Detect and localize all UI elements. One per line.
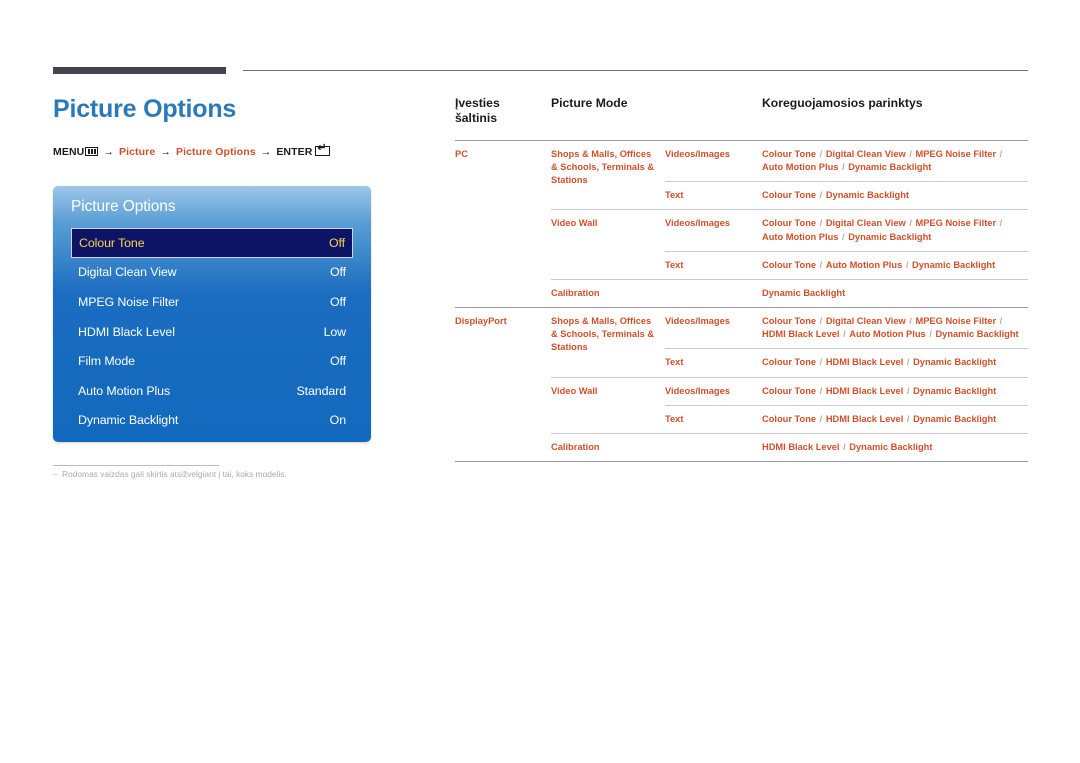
header-rule-dark bbox=[53, 67, 226, 74]
footnote-text: Rodomas vaizdas gali skirtis atsižvelgia… bbox=[62, 469, 287, 479]
cell-content-type: Text bbox=[665, 348, 762, 378]
breadcrumb: MENU → Picture → Picture Options → ENTER bbox=[53, 143, 393, 158]
col-header-adjustable-options: Koreguojamosios parinktys bbox=[762, 96, 923, 110]
cell-options: Colour Tone / Dynamic Backlight bbox=[762, 181, 1028, 210]
breadcrumb-item-picture[interactable]: Picture bbox=[119, 146, 155, 158]
cell-options: Colour Tone / HDMI Black Level / Dynamic… bbox=[762, 348, 1028, 378]
page-title: Picture Options bbox=[53, 95, 237, 123]
breadcrumb-enter-label: ENTER bbox=[276, 145, 313, 158]
enter-return-icon bbox=[315, 143, 331, 156]
cell-picture-mode: Calibration bbox=[551, 432, 665, 462]
cell-content-type: Videos/Images bbox=[665, 209, 762, 252]
osd-item-value: Off bbox=[330, 354, 346, 369]
breadcrumb-item-picture-options[interactable]: Picture Options bbox=[176, 146, 256, 158]
osd-picture-options-panel: Picture Options Colour Tone Off Digital … bbox=[53, 186, 371, 442]
osd-item-value: Off bbox=[329, 235, 345, 250]
osd-item-value: Standard bbox=[296, 383, 347, 398]
osd-menu-list: Colour Tone Off Digital Clean View Off M… bbox=[71, 228, 353, 435]
cell-options: Colour Tone / HDMI Black Level / Dynamic… bbox=[762, 404, 1028, 434]
spec-table: Įvesties šaltinis Picture Mode Koreguoja… bbox=[455, 96, 1028, 463]
cell-picture-mode: Video Wall bbox=[551, 376, 665, 434]
header-rule-thin bbox=[243, 70, 1028, 71]
left-column: Picture Options MENU → Picture → Picture… bbox=[53, 95, 393, 158]
breadcrumb-menu-label: MENU bbox=[53, 145, 85, 158]
cell-options: Colour Tone / Auto Motion Plus / Dynamic… bbox=[762, 250, 1028, 280]
osd-item-colour-tone[interactable]: Colour Tone Off bbox=[71, 228, 353, 258]
osd-item-value: Off bbox=[330, 294, 346, 309]
table-header-row: Įvesties šaltinis Picture Mode Koreguoja… bbox=[455, 96, 1028, 141]
cell-content-type: Text bbox=[665, 250, 762, 280]
osd-item-mpeg-noise-filter[interactable]: MPEG Noise Filter Off bbox=[71, 287, 353, 317]
cell-picture-mode: Calibration bbox=[551, 278, 665, 308]
page-root: Picture Options MENU → Picture → Picture… bbox=[0, 0, 1080, 763]
breadcrumb-arrow-3: → bbox=[260, 145, 272, 158]
cell-picture-mode: Shops & Malls, Offices & Schools, Termin… bbox=[551, 307, 665, 378]
footnote-dash: – bbox=[53, 469, 58, 479]
cell-content-type: Videos/Images bbox=[665, 376, 762, 406]
osd-item-digital-clean-view[interactable]: Digital Clean View Off bbox=[71, 258, 353, 288]
cell-input-source: PC bbox=[455, 139, 551, 308]
cell-picture-mode: Shops & Malls, Offices & Schools, Termin… bbox=[551, 139, 665, 210]
cell-content-type: Videos/Images bbox=[665, 139, 762, 182]
osd-item-label: Dynamic Backlight bbox=[78, 413, 179, 428]
osd-item-label: MPEG Noise Filter bbox=[78, 294, 179, 309]
col-header-picture-mode: Picture Mode bbox=[551, 96, 628, 110]
osd-item-film-mode[interactable]: Film Mode Off bbox=[71, 346, 353, 376]
footnote: – Rodomas vaizdas gali skirtis atsižvelgi… bbox=[53, 469, 287, 479]
menu-grid-icon bbox=[85, 146, 99, 156]
osd-item-label: Colour Tone bbox=[79, 235, 145, 250]
breadcrumb-arrow-2: → bbox=[160, 145, 171, 158]
osd-item-label: Film Mode bbox=[78, 354, 135, 369]
osd-panel-title: Picture Options bbox=[71, 198, 176, 215]
cell-content-type: Text bbox=[665, 404, 762, 434]
osd-item-value: Low bbox=[323, 324, 347, 339]
table-row: DisplayPort Shops & Malls, Offices & Sch… bbox=[455, 307, 1028, 462]
osd-item-value: On bbox=[329, 413, 346, 428]
osd-item-label: Digital Clean View bbox=[78, 265, 177, 280]
osd-item-auto-motion-plus[interactable]: Auto Motion Plus Standard bbox=[71, 376, 353, 406]
osd-item-value: Off bbox=[330, 265, 346, 280]
cell-content-type bbox=[665, 432, 762, 462]
cell-options: Colour Tone / HDMI Black Level / Dynamic… bbox=[762, 376, 1028, 406]
osd-item-label: HDMI Black Level bbox=[78, 324, 175, 339]
cell-content-type bbox=[665, 278, 762, 308]
col-header-input-source: Įvesties šaltinis bbox=[455, 96, 500, 125]
cell-content-type: Videos/Images bbox=[665, 307, 762, 349]
cell-content-type: Text bbox=[665, 181, 762, 210]
cell-options: HDMI Black Level / Dynamic Backlight bbox=[762, 432, 1028, 462]
cell-options: Colour Tone / Digital Clean View / MPEG … bbox=[762, 139, 1028, 182]
osd-item-label: Auto Motion Plus bbox=[78, 383, 171, 398]
cell-input-source: DisplayPort bbox=[455, 307, 551, 462]
table-bottom-border bbox=[455, 461, 1028, 463]
osd-item-dynamic-backlight[interactable]: Dynamic Backlight On bbox=[71, 406, 353, 436]
table-row: PC Shops & Malls, Offices & Schools, Ter… bbox=[455, 139, 1028, 308]
spec-table-wrapper: Įvesties šaltinis Picture Mode Koreguoja… bbox=[455, 96, 1028, 463]
cell-options: Colour Tone / Digital Clean View / MPEG … bbox=[762, 209, 1028, 252]
footnote-divider bbox=[53, 465, 219, 466]
cell-picture-mode: Video Wall bbox=[551, 209, 665, 280]
cell-options: Colour Tone / Digital Clean View / MPEG … bbox=[762, 307, 1028, 349]
osd-item-hdmi-black-level[interactable]: HDMI Black Level Low bbox=[71, 317, 353, 347]
cell-options: Dynamic Backlight bbox=[762, 278, 1028, 308]
breadcrumb-arrow-1: → bbox=[103, 145, 114, 158]
